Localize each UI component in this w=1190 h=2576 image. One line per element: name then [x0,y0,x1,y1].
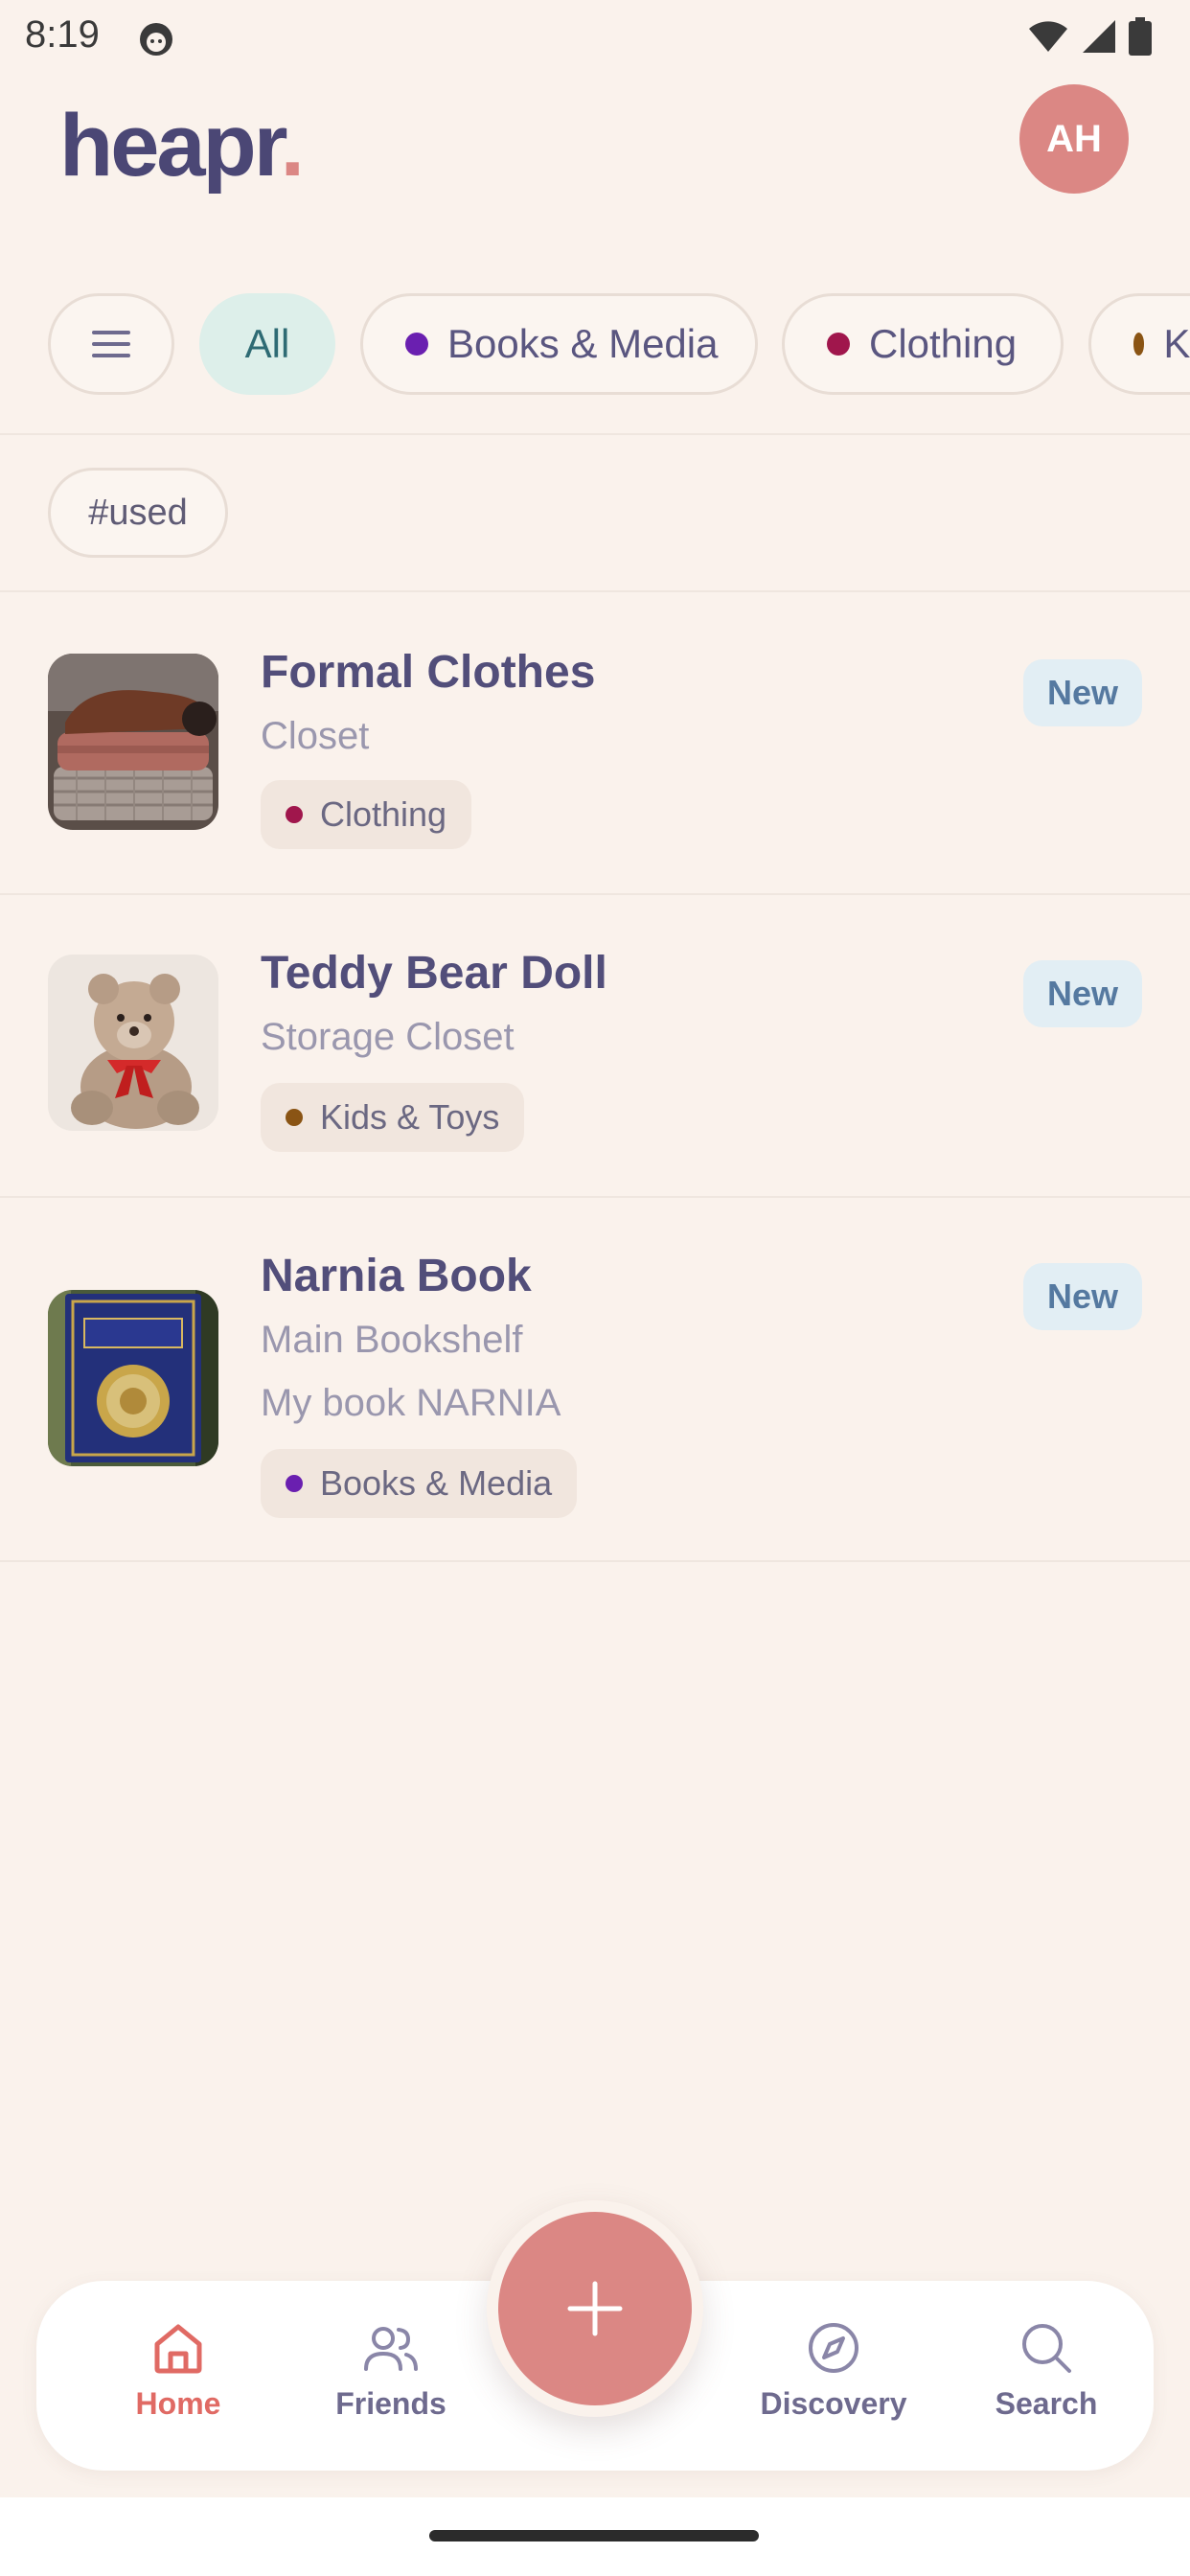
status-icons [1027,17,1152,56]
item-category-label: Books & Media [320,1463,553,1503]
app-logo: heapr. [59,96,305,196]
wifi-icon [1029,21,1067,52]
filter-chip-all[interactable]: All [199,293,335,395]
category-dot [286,1475,303,1492]
item-thumbnail [48,1290,218,1466]
new-badge: New [1023,960,1142,1027]
item-location: Storage Closet [261,1016,515,1058]
divider [0,1560,1190,1562]
status-time: 8:19 [25,13,100,56]
nav-search[interactable]: Search [960,2319,1133,2422]
logo-dot: . [280,97,305,195]
filter-chip-label: Books & Media [447,321,719,366]
nav-friends-label: Friends [335,2386,446,2421]
filter-chip-kids-toys[interactable]: Kids & Toys [1088,293,1190,395]
filter-chip-books-media[interactable]: Books & Media [360,293,758,395]
item-category-label: Kids & Toys [320,1097,500,1137]
item-thumbnail [48,954,218,1131]
category-dot [286,806,303,823]
item-row-teddy-bear-doll[interactable]: Teddy Bear Doll Storage Closet New Kids … [0,895,1190,1196]
item-title: Formal Clothes [261,647,596,698]
item-category-tag: Kids & Toys [261,1083,525,1152]
new-badge: New [1023,1263,1142,1330]
nav-discovery[interactable]: Discovery [747,2319,920,2422]
item-row-formal-clothes[interactable]: Formal Clothes Closet New Clothing [0,592,1190,893]
item-category-label: Clothing [320,794,447,834]
nav-discovery-label: Discovery [760,2386,907,2421]
plus-icon [567,2281,623,2336]
category-dot [405,333,428,356]
item-thumbnail [48,654,218,830]
category-dot [286,1109,303,1126]
nav-home-label: Home [135,2386,221,2421]
add-item-button[interactable] [498,2212,692,2405]
avatar[interactable]: AH [1019,84,1129,194]
status-bar: 8:19 [0,0,1190,77]
nav-home[interactable]: Home [92,2319,264,2422]
logo-text: heapr [59,97,283,195]
filter-menu-button[interactable] [48,293,174,395]
item-location: Closet [261,715,370,757]
home-icon [154,2324,202,2374]
item-category-tag: Clothing [261,780,472,849]
cellular-signal-icon [1083,20,1115,53]
tag-chip-used[interactable]: #used [48,468,228,558]
filter-chip-label: Kids & Toys [1163,321,1190,366]
category-filter-row: All Books & Media Clothing Kids & Toys [0,293,1190,395]
friends-icon [364,2327,418,2371]
home-gesture-bar[interactable] [429,2530,759,2542]
category-dot [1133,333,1145,356]
battery-icon [1129,17,1152,56]
compass-icon [809,2323,858,2373]
notification-icon [140,23,172,56]
nav-search-label: Search [995,2386,1098,2421]
divider [0,433,1190,435]
item-location: Main Bookshelf [261,1319,523,1361]
search-icon [1022,2324,1071,2373]
item-row-narnia-book[interactable]: Narnia Book Main Bookshelf My book NARNI… [0,1198,1190,1560]
filter-chip-clothing[interactable]: Clothing [782,293,1064,395]
filter-chip-label: Clothing [869,321,1018,366]
item-title: Narnia Book [261,1251,532,1301]
item-category-tag: Books & Media [261,1449,578,1518]
home-screen: 8:19 heapr. AH All Books & Media Clothin… [0,0,1190,2576]
hamburger-menu-icon [92,331,130,357]
new-badge: New [1023,659,1142,726]
item-title: Teddy Bear Doll [261,948,607,999]
nav-friends[interactable]: Friends [305,2319,477,2422]
category-dot [827,333,850,356]
item-note: My book NARNIA [261,1382,561,1424]
